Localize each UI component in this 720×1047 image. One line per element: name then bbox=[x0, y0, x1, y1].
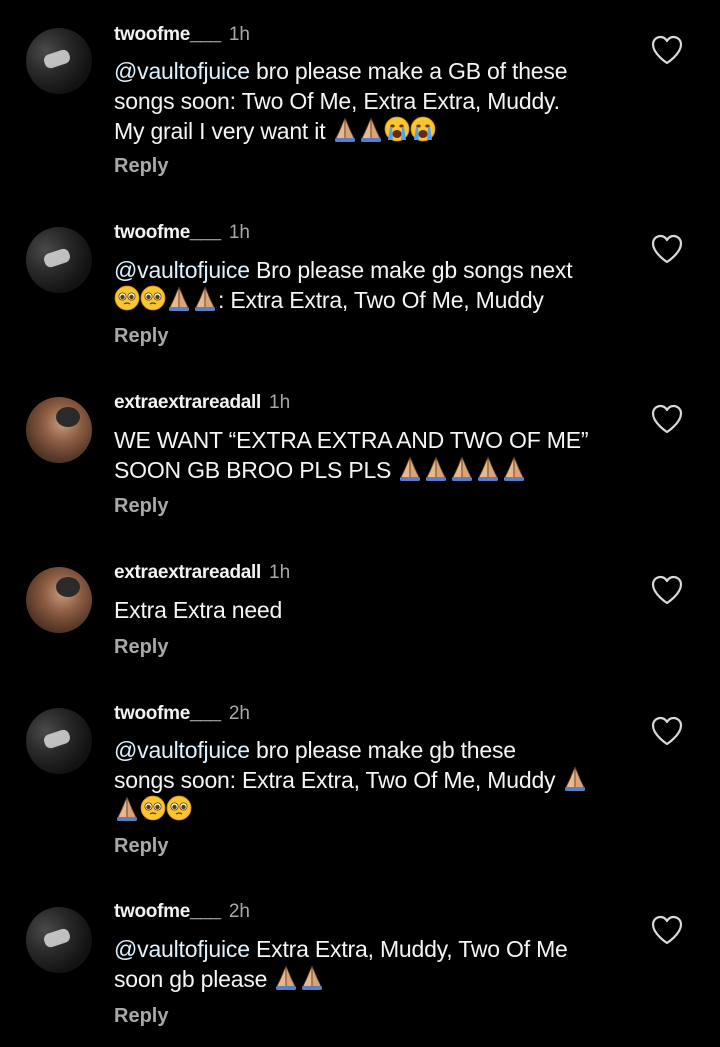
crying-face-icon bbox=[384, 116, 410, 142]
pleading-face-icon bbox=[140, 285, 166, 311]
folded-hands-icon bbox=[475, 455, 501, 481]
folded-hands-icon bbox=[299, 964, 325, 990]
avatar[interactable] bbox=[26, 708, 92, 774]
like-heart-icon[interactable] bbox=[650, 715, 684, 747]
pleading-face-icon bbox=[114, 285, 140, 311]
mention-link[interactable]: @vaultofjuice bbox=[114, 257, 250, 283]
reply-button[interactable]: Reply bbox=[114, 636, 168, 659]
avatar[interactable] bbox=[26, 397, 92, 463]
folded-hands-icon bbox=[397, 455, 423, 481]
timestamp: 1h bbox=[269, 392, 291, 413]
like-heart-icon[interactable] bbox=[650, 233, 684, 265]
comment-text: WE WANT “EXTRA EXTRA AND TWO OF ME” SOON… bbox=[114, 427, 589, 483]
comment-header: extraextrareadall 1h bbox=[114, 560, 290, 585]
comment-text: @vaultofjuice bro please make gb these s… bbox=[114, 735, 634, 825]
comment-text: @vaultofjuice Bro please make gb songs n… bbox=[114, 257, 573, 313]
folded-hands-icon bbox=[358, 116, 384, 142]
reply-button[interactable]: Reply bbox=[114, 325, 168, 348]
folded-hands-icon bbox=[332, 116, 358, 142]
avatar[interactable] bbox=[26, 28, 92, 94]
like-heart-icon[interactable] bbox=[650, 914, 684, 946]
username[interactable]: twoofme___ bbox=[114, 24, 221, 45]
avatar[interactable] bbox=[26, 907, 92, 973]
comment-header: twoofme___ 1h bbox=[114, 220, 250, 245]
mention-link[interactable]: @vaultofjuice bbox=[114, 58, 250, 84]
comment-text: @vaultofjuice bro please make a GB of th… bbox=[114, 58, 568, 144]
folded-hands-icon bbox=[423, 455, 449, 481]
avatar[interactable] bbox=[26, 567, 92, 633]
timestamp: 2h bbox=[228, 901, 250, 922]
avatar[interactable] bbox=[26, 227, 92, 293]
comment-text: @vaultofjuice Extra Extra, Muddy, Two Of… bbox=[114, 936, 568, 992]
like-heart-icon[interactable] bbox=[650, 574, 684, 606]
comment-header: extraextrareadall 1h bbox=[114, 390, 290, 415]
folded-hands-icon bbox=[501, 455, 527, 481]
username[interactable]: extraextrareadall bbox=[114, 562, 261, 583]
pleading-face-icon bbox=[140, 795, 166, 821]
comment-header: twoofme___ 2h bbox=[114, 899, 250, 924]
folded-hands-icon bbox=[114, 795, 140, 821]
folded-hands-icon bbox=[273, 964, 299, 990]
folded-hands-icon bbox=[449, 455, 475, 481]
like-heart-icon[interactable] bbox=[650, 403, 684, 435]
crying-face-icon bbox=[410, 116, 436, 142]
comment-text: Extra Extra need bbox=[114, 597, 283, 623]
like-heart-icon[interactable] bbox=[650, 34, 684, 66]
reply-button[interactable]: Reply bbox=[114, 835, 168, 858]
username[interactable]: twoofme___ bbox=[114, 901, 221, 922]
mention-link[interactable]: @vaultofjuice bbox=[114, 936, 250, 962]
reply-button[interactable]: Reply bbox=[114, 1005, 168, 1028]
folded-hands-icon bbox=[192, 285, 218, 311]
timestamp: 1h bbox=[269, 562, 291, 583]
comment-header: twoofme___ 1h bbox=[114, 22, 250, 47]
mention-link[interactable]: @vaultofjuice bbox=[114, 737, 250, 763]
reply-button[interactable]: Reply bbox=[114, 495, 168, 518]
timestamp: 1h bbox=[228, 222, 250, 243]
folded-hands-icon bbox=[562, 765, 588, 791]
timestamp: 2h bbox=[228, 703, 250, 724]
comment-header: twoofme___ 2h bbox=[114, 701, 250, 726]
comment-item: twoofme___ 1h @vaultofjuice bro please ma… bbox=[0, 0, 720, 200]
username[interactable]: twoofme___ bbox=[114, 222, 221, 243]
pleading-face-icon bbox=[166, 795, 192, 821]
folded-hands-icon bbox=[166, 285, 192, 311]
reply-button[interactable]: Reply bbox=[114, 155, 168, 178]
username[interactable]: twoofme___ bbox=[114, 703, 221, 724]
timestamp: 1h bbox=[228, 24, 250, 45]
username[interactable]: extraextrareadall bbox=[114, 392, 261, 413]
